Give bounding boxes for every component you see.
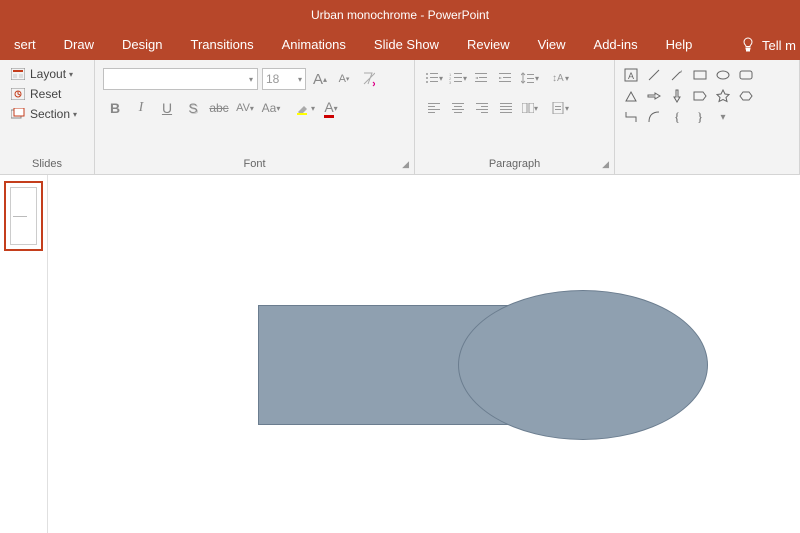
rounded-rect-icon[interactable] — [736, 66, 756, 84]
arrow-right-icon[interactable] — [644, 87, 664, 105]
slides-group-label: Slides — [8, 158, 86, 172]
layout-icon — [10, 67, 26, 81]
ribbon: Layout ▾ Reset Section ▾ Slides ▾ 18▾ A▴… — [0, 60, 800, 175]
shadow-button[interactable]: S — [181, 96, 205, 120]
star-icon[interactable] — [713, 87, 733, 105]
font-color-button[interactable]: A▾ — [319, 96, 343, 120]
svg-text:A: A — [628, 71, 634, 81]
align-center-button[interactable] — [447, 98, 469, 118]
slide-canvas[interactable] — [48, 175, 800, 533]
line-icon[interactable] — [644, 66, 664, 84]
pentagon-arrow-icon[interactable] — [690, 87, 710, 105]
bullets-button[interactable]: ▾ — [423, 68, 445, 88]
font-name-combo[interactable]: ▾ — [103, 68, 258, 90]
tab-insert[interactable]: sert — [0, 30, 50, 60]
svg-text:↕A: ↕A — [552, 73, 564, 84]
reset-button[interactable]: Reset — [8, 84, 86, 104]
shapes-more-icon[interactable]: ▾ — [713, 108, 733, 126]
brace-right-icon[interactable]: } — [690, 108, 710, 126]
ribbon-tabs: sert Draw Design Transitions Animations … — [0, 30, 800, 60]
window-title: Urban monochrome - PowerPoint — [311, 8, 489, 22]
character-spacing-button[interactable]: AV▾ — [233, 96, 257, 120]
change-case-button[interactable]: Aa▾ — [259, 96, 283, 120]
align-left-button[interactable] — [423, 98, 445, 118]
tab-animations[interactable]: Animations — [268, 30, 360, 60]
chevron-down-icon: ▾ — [69, 70, 73, 79]
justify-button[interactable] — [495, 98, 517, 118]
slide-thumbnail-1[interactable] — [4, 181, 43, 251]
bulb-icon — [740, 37, 756, 53]
align-right-button[interactable] — [471, 98, 493, 118]
line-spacing-button[interactable]: ▾ — [519, 68, 541, 88]
thumb-preview — [10, 187, 37, 245]
line-arrow-icon[interactable] — [667, 66, 687, 84]
triangle-icon[interactable] — [621, 87, 641, 105]
italic-button[interactable]: I — [129, 96, 153, 120]
svg-text:3: 3 — [449, 80, 452, 84]
paragraph-dialog-launcher-icon[interactable]: ◢ — [602, 159, 609, 170]
tab-transitions[interactable]: Transitions — [176, 30, 267, 60]
columns-button[interactable]: ▾ — [519, 98, 541, 118]
chevron-down-icon: ▾ — [249, 75, 253, 84]
shape-gallery[interactable]: A { } ▾ — [621, 66, 795, 126]
highlight-button[interactable]: ▾ — [293, 96, 317, 120]
drawing-group: A { } ▾ — [615, 60, 800, 174]
paragraph-group-label: Paragraph — [423, 158, 606, 172]
chevron-down-icon: ▾ — [298, 75, 302, 84]
chevron-down-icon: ▾ — [73, 110, 77, 119]
connector-curved-icon[interactable] — [644, 108, 664, 126]
align-text-button[interactable]: ▾ — [549, 98, 571, 118]
arrow-down-icon[interactable] — [667, 87, 687, 105]
slide-thumbnail-panel[interactable] — [0, 175, 48, 533]
clear-formatting-button[interactable] — [358, 69, 378, 89]
bold-button[interactable]: B — [103, 96, 127, 120]
title-bar: Urban monochrome - PowerPoint — [0, 0, 800, 30]
font-size-combo[interactable]: 18▾ — [262, 68, 306, 90]
reset-label: Reset — [30, 87, 61, 101]
reset-icon — [10, 87, 26, 101]
layout-button[interactable]: Layout ▾ — [8, 64, 86, 84]
font-dialog-launcher-icon[interactable]: ◢ — [402, 159, 409, 170]
font-group-label: Font — [103, 158, 406, 172]
tab-design[interactable]: Design — [108, 30, 176, 60]
layout-label: Layout — [30, 67, 66, 81]
hexagon-icon[interactable] — [736, 87, 756, 105]
tab-view[interactable]: View — [524, 30, 580, 60]
rectangle-icon[interactable] — [690, 66, 710, 84]
section-label: Section — [30, 107, 70, 121]
text-direction-button[interactable]: ↕A▾ — [549, 68, 571, 88]
oval-icon[interactable] — [713, 66, 733, 84]
slides-group: Layout ▾ Reset Section ▾ Slides — [0, 60, 95, 174]
workspace — [0, 175, 800, 533]
section-button[interactable]: Section ▾ — [8, 104, 86, 124]
tell-me-label: Tell m — [762, 38, 796, 53]
tab-draw[interactable]: Draw — [50, 30, 108, 60]
tab-help[interactable]: Help — [652, 30, 707, 60]
brace-left-icon[interactable]: { — [667, 108, 687, 126]
tab-review[interactable]: Review — [453, 30, 524, 60]
textbox-icon[interactable]: A — [621, 66, 641, 84]
font-group: ▾ 18▾ A▴ A▾ B I U S abc AV▾ Aa▾ ▾ A▾ Fon… — [95, 60, 415, 174]
paragraph-group: ▾ 123▾ ▾ ↕A▾ ▾ ▾ Paragraph ◢ — [415, 60, 615, 174]
strikethrough-button[interactable]: abc — [207, 96, 231, 120]
shrink-font-button[interactable]: A▾ — [334, 69, 354, 89]
tab-addins[interactable]: Add-ins — [580, 30, 652, 60]
decrease-indent-button[interactable] — [471, 68, 493, 88]
oval-shape[interactable] — [458, 290, 708, 440]
section-icon — [10, 107, 26, 121]
grow-font-button[interactable]: A▴ — [310, 69, 330, 89]
increase-indent-button[interactable] — [495, 68, 517, 88]
tab-slideshow[interactable]: Slide Show — [360, 30, 453, 60]
numbering-button[interactable]: 123▾ — [447, 68, 469, 88]
underline-button[interactable]: U — [155, 96, 179, 120]
tell-me[interactable]: Tell m — [740, 37, 800, 53]
connector-elbow-icon[interactable] — [621, 108, 641, 126]
